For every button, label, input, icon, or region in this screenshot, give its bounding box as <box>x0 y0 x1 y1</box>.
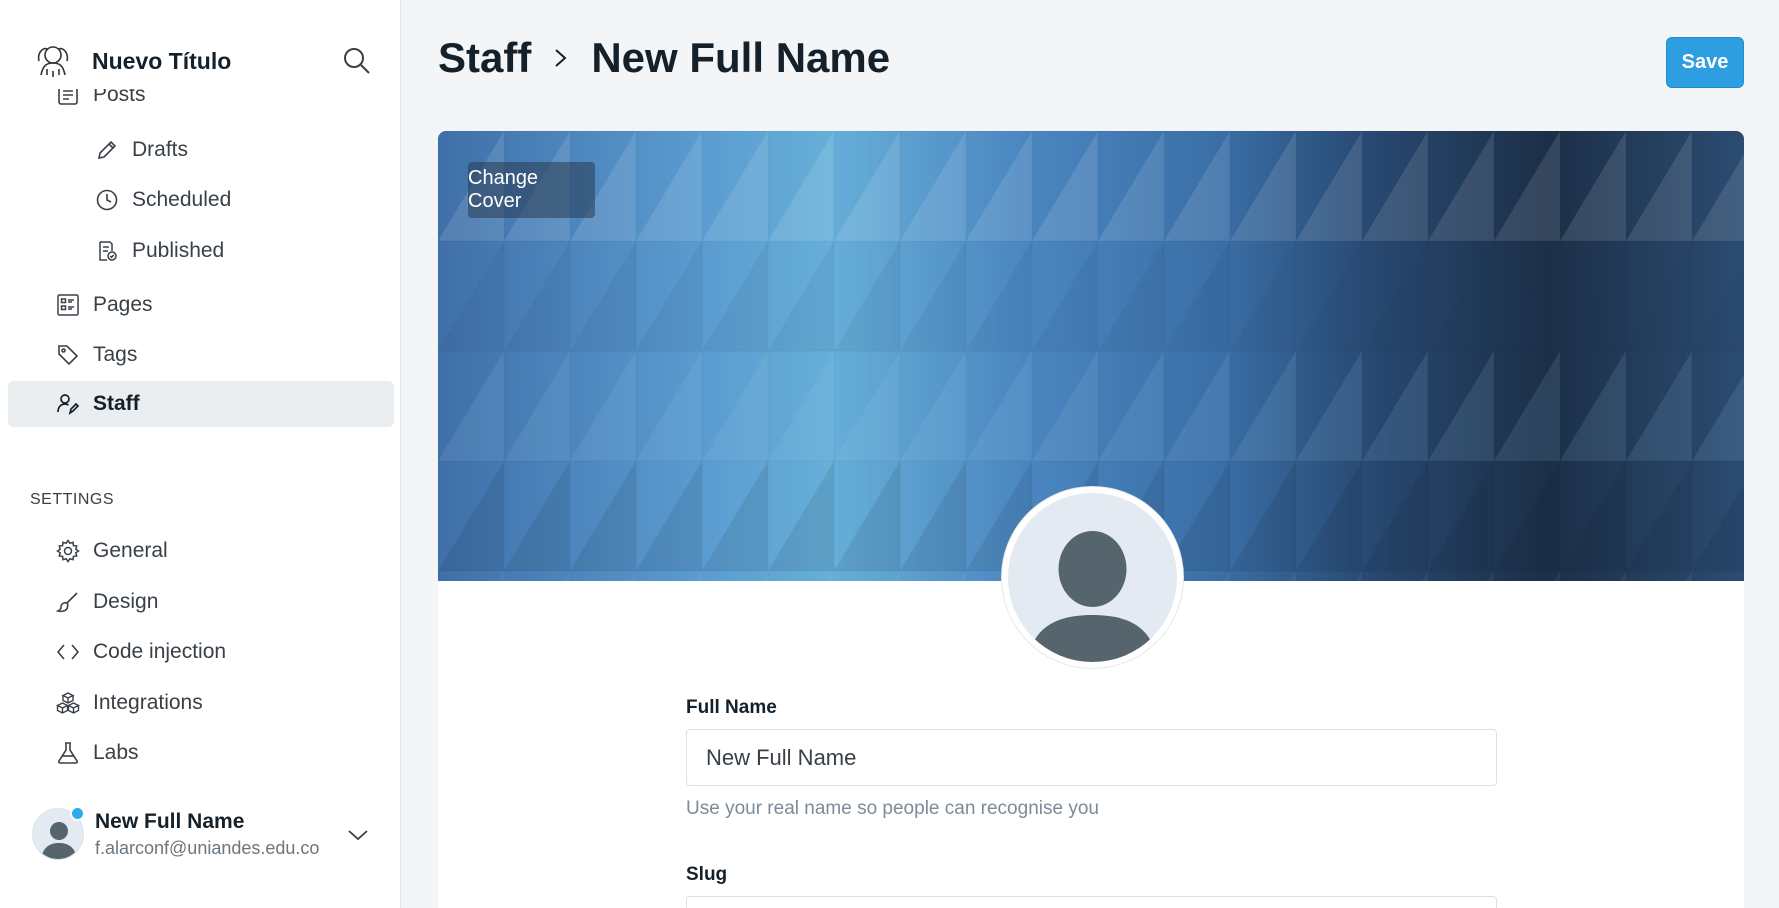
pencil-icon <box>94 137 120 163</box>
sidebar-item-label: Pages <box>93 293 153 316</box>
gear-icon <box>55 538 81 564</box>
tag-icon <box>55 342 81 368</box>
sidebar-item-label: Scheduled <box>132 188 232 211</box>
code-icon <box>55 639 81 665</box>
user-menu[interactable]: New Full Name f.alarconf@uniandes.edu.co <box>32 806 377 862</box>
save-button[interactable]: Save <box>1666 37 1744 88</box>
sidebar-item-scheduled[interactable]: Scheduled <box>94 187 231 213</box>
brand[interactable]: Nuevo Título <box>32 40 231 82</box>
sidebar-item-labs[interactable]: Labs <box>55 740 139 766</box>
clock-icon <box>94 187 120 213</box>
sidebar-item-tags[interactable]: Tags <box>55 342 137 368</box>
sidebar-item-label: Drafts <box>132 138 189 161</box>
sidebar-item-design[interactable]: Design <box>55 589 158 615</box>
change-cover-button[interactable]: Change Cover <box>468 162 595 218</box>
sidebar-item-label: Code injection <box>93 640 227 663</box>
breadcrumb: Staff New Full Name <box>438 34 890 82</box>
brand-title: Nuevo Título <box>92 47 232 74</box>
sidebar-item-staff[interactable]: Staff <box>8 381 394 427</box>
sidebar-item-label: General <box>93 539 168 562</box>
sidebar-item-published[interactable]: Published <box>94 238 224 264</box>
sidebar-item-general[interactable]: General <box>55 538 168 564</box>
full-name-input[interactable] <box>686 729 1497 786</box>
cubes-icon <box>55 690 81 716</box>
sidebar-item-label: Labs <box>93 741 139 764</box>
sidebar-item-label: Published <box>132 239 225 262</box>
sidebar-item-label: Posts <box>93 83 146 106</box>
slug-label: Slug <box>686 864 728 885</box>
sidebar-item-label: Staff <box>93 392 140 415</box>
published-document-icon <box>94 238 120 264</box>
page-title: New Full Name <box>591 34 891 81</box>
flask-icon <box>55 740 81 766</box>
sidebar-item-posts[interactable]: Posts <box>55 83 146 108</box>
staff-icon <box>55 391 81 417</box>
sidebar-item-code-injection[interactable]: Code injection <box>55 639 226 665</box>
sidebar-item-label: Integrations <box>93 691 203 714</box>
profile-card: Change Cover Full Name Use your real nam… <box>438 131 1744 908</box>
breadcrumb-staff-link[interactable]: Staff <box>438 34 531 82</box>
search-icon[interactable] <box>342 46 372 76</box>
sidebar-item-drafts[interactable]: Drafts <box>94 137 188 163</box>
pages-icon <box>55 292 81 318</box>
notification-dot <box>70 806 85 821</box>
sidebar-item-integrations[interactable]: Integrations <box>55 690 203 716</box>
sidebar-item-label: Tags <box>93 343 138 366</box>
sidebar-item-pages[interactable]: Pages <box>55 292 153 318</box>
user-email: f.alarconf@uniandes.edu.co <box>95 838 320 858</box>
sidebar-item-label: Design <box>93 590 159 613</box>
settings-heading: SETTINGS <box>30 491 115 508</box>
slug-input[interactable] <box>686 896 1497 908</box>
user-name: New Full Name <box>95 810 245 833</box>
brand-logo-icon <box>32 40 74 82</box>
chevron-right-icon <box>549 45 573 71</box>
profile-avatar[interactable] <box>1002 487 1183 668</box>
full-name-hint: Use your real name so people can recogni… <box>686 798 1099 819</box>
sidebar: Nuevo Título Posts Drafts Scheduled Publ… <box>0 0 401 908</box>
posts-icon <box>55 89 81 108</box>
full-name-label: Full Name <box>686 697 777 718</box>
chevron-down-icon[interactable] <box>346 826 370 844</box>
brush-icon <box>55 589 81 615</box>
